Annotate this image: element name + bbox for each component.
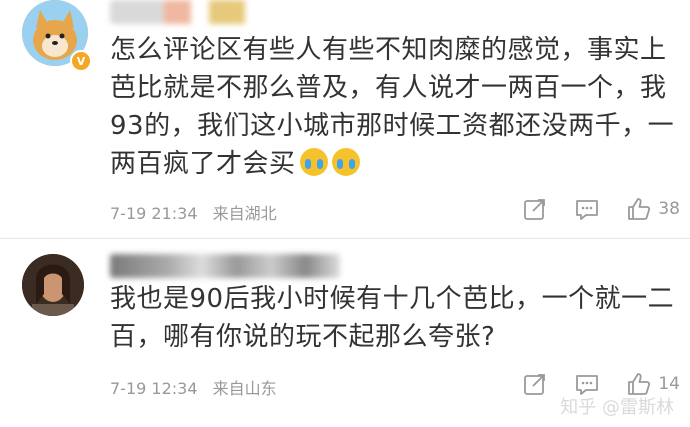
like-count: 14 [658,374,680,394]
comment-text: 怎么评论区有些人有些不知肉糜的感觉，事实上芭比就是不那么普及，有人说才一两百一个… [110,35,675,179]
verified-badge-icon: V [70,50,92,72]
comment-location: 来自湖北 [212,204,277,223]
like-count: 38 [658,199,680,219]
username-blurred[interactable] [110,0,290,24]
share-icon [524,374,546,395]
comment-date: 7-19 21:34 [110,204,198,223]
comment-item: V 怎么评论区有些人有些不知肉糜的感觉，事实上芭比就是不那么普及，有人说才一两百… [0,0,690,240]
username-blurred[interactable] [110,254,340,278]
avatar[interactable] [22,254,84,316]
comment-meta: 7-19 21:34 来自湖北 [110,200,287,224]
share-button[interactable] [522,371,548,397]
crying-face-icon [299,148,328,176]
comment-button[interactable] [574,196,600,222]
watermark: 知乎 @雷斯林 [560,397,674,418]
share-icon [524,199,546,220]
comment-date: 7-19 12:34 [110,379,198,398]
share-button[interactable] [522,196,548,222]
comment-actions: 38 [522,196,680,222]
divider [0,238,690,239]
thumbs-up-icon [628,198,651,220]
like-button[interactable]: 38 [626,196,680,222]
comment-icon [576,200,599,220]
crying-face-icon [331,148,360,176]
comment-text: 我也是90后我小时候有十几个芭比，一个就一二百，哪有你说的玩不起那么夸张? [110,284,675,352]
comment-meta: 7-19 12:34 来自山东 [110,375,287,399]
comment-location: 来自山东 [212,379,277,398]
